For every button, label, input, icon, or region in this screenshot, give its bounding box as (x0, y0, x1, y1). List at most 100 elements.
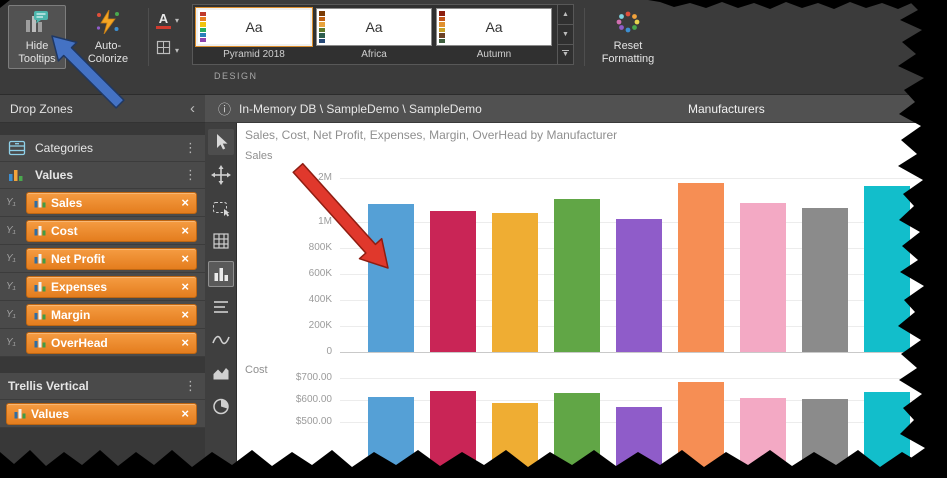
bar-sales-5[interactable] (616, 219, 662, 352)
theme-tile-africa[interactable]: AaAfrica (316, 8, 432, 61)
bar-sales-2[interactable] (430, 211, 476, 352)
borders-icon (156, 40, 171, 60)
breadcrumb-bar: ⓘ In-Memory DB \ SampleDemo \ SampleDemo… (205, 95, 947, 123)
gallery-down-button[interactable]: ▼ (558, 25, 573, 45)
bar-cost-10[interactable] (926, 401, 947, 478)
mini-bar-chart-icon (34, 253, 46, 264)
breadcrumb[interactable]: In-Memory DB \ SampleDemo \ SampleDemo (239, 102, 482, 116)
remove-field-icon[interactable]: × (181, 336, 189, 349)
field-chip-label: Cost (51, 224, 78, 238)
column-header-manufacturers: Manufacturers (688, 95, 765, 123)
auto-colorize-button[interactable]: Auto-Colorize (72, 5, 144, 69)
gridline (340, 378, 947, 379)
bar-cost-6[interactable] (678, 382, 724, 478)
mini-bar-chart-icon (34, 225, 46, 236)
bar-sales-6[interactable] (678, 183, 724, 352)
remove-field-icon[interactable]: × (181, 196, 189, 209)
theme-preview-text: Aa (365, 19, 382, 35)
gallery-more-button[interactable]: ▼ (558, 45, 573, 64)
bar-cost-9[interactable] (864, 392, 910, 478)
reset-formatting-label: Reset Formatting (600, 40, 656, 66)
area-chart-tool[interactable] (208, 360, 234, 386)
ribbon-separator (148, 8, 149, 66)
bar-sales-7[interactable] (740, 203, 786, 353)
menu-dots-icon[interactable]: ⋮ (184, 140, 197, 156)
drop-zone-trellis-vertical[interactable]: Trellis Vertical ⋮ (0, 373, 205, 400)
trellis-vertical-label: Trellis Vertical (8, 379, 89, 393)
font-color-swatch (156, 26, 171, 29)
bar-cost-4[interactable] (554, 393, 600, 478)
chevron-down-icon[interactable]: ▾ (175, 46, 179, 55)
theme-tile-pyramid-2018[interactable]: AaPyramid 2018 (196, 8, 312, 61)
gallery-up-button[interactable]: ▲ (558, 5, 573, 25)
remove-field-icon[interactable]: × (181, 280, 189, 293)
drop-zone-categories[interactable]: Categories ⋮ (0, 135, 205, 162)
remove-field-icon[interactable]: × (181, 252, 189, 265)
bar-cost-3[interactable] (492, 403, 538, 478)
remove-field-icon[interactable]: × (181, 308, 189, 321)
theme-tile-autumn[interactable]: Aa Autumn (436, 8, 552, 61)
axis-tick-label: 600K (262, 268, 332, 279)
bar-chart-tool[interactable] (208, 261, 234, 287)
bar-sales-8[interactable] (802, 208, 848, 352)
hide-tooltips-button[interactable]: Hide Tooltips (8, 5, 66, 69)
border-format-button[interactable]: ▾ (152, 38, 183, 62)
chart-title: Sales, Cost, Net Profit, Expenses, Margi… (245, 128, 617, 142)
smooth-line-tool[interactable] (208, 327, 234, 353)
theme-gallery: AaPyramid 2018AaAfricaAa Autumn ▲ ▼ ▼ (192, 4, 574, 65)
bar-sales-1[interactable] (368, 204, 414, 352)
theme-preview: Aa (436, 8, 552, 46)
bar-sales-3[interactable] (492, 213, 538, 352)
field-chip-overhead[interactable]: OverHead × (26, 332, 197, 354)
bar-cost-5[interactable] (616, 407, 662, 478)
move-tool[interactable] (208, 162, 234, 188)
collapse-panel-icon[interactable]: ‹ (190, 100, 195, 117)
auto-colorize-icon (95, 10, 121, 37)
bar-sales-4[interactable] (554, 199, 600, 352)
values-icon (8, 168, 30, 182)
chevron-down-icon[interactable]: ▾ (175, 16, 179, 25)
axis-tick-label: $500.00 (262, 416, 332, 427)
drop-zones-title: Drop Zones (10, 102, 73, 116)
theme-name: Autumn (436, 49, 552, 60)
mini-bar-chart-icon (34, 197, 46, 208)
bar-cost-1[interactable] (368, 397, 414, 478)
field-chip-values[interactable]: Values× (6, 403, 197, 425)
drop-zone-row: Y₁Expenses× (0, 273, 205, 301)
reset-formatting-icon (615, 10, 641, 37)
field-chip-expenses[interactable]: Expenses× (26, 276, 197, 298)
axis-assignment-label: Y₁ (6, 253, 26, 264)
pie-chart-tool[interactable] (208, 393, 234, 419)
hide-tooltips-icon (24, 10, 50, 37)
drop-zone-row: Y₁Sales× (0, 189, 205, 217)
pointer-tool[interactable] (208, 129, 234, 155)
theme-gallery-tiles: AaPyramid 2018AaAfricaAa Autumn (193, 5, 555, 64)
bar-sales-10[interactable] (926, 196, 947, 352)
info-icon[interactable]: ⓘ (218, 99, 231, 118)
field-chip-margin[interactable]: Margin × (26, 304, 197, 326)
bar-cost-7[interactable] (740, 398, 786, 478)
field-chip-label: Margin (51, 308, 90, 322)
field-chip-label: OverHead (51, 336, 108, 350)
drop-zone-values[interactable]: Values ⋮ (0, 162, 205, 189)
drop-zones-panel: Categories ⋮ Values ⋮ Y₁Sales×Y₁Cost×Y₁N… (0, 123, 205, 478)
remove-field-icon[interactable]: × (181, 224, 189, 237)
lasso-tool[interactable] (208, 195, 234, 221)
menu-dots-icon[interactable]: ⋮ (184, 167, 197, 183)
menu-dots-icon[interactable]: ⋮ (184, 378, 197, 394)
bar-cost-2[interactable] (430, 391, 476, 478)
font-color-button[interactable]: A ▾ (152, 8, 183, 32)
lines-tool[interactable] (208, 294, 234, 320)
drop-zone-row: Y₁Net Profit× (0, 245, 205, 273)
remove-field-icon[interactable]: × (181, 407, 189, 420)
reset-formatting-button[interactable]: Reset Formatting (592, 5, 664, 69)
grid-tool[interactable] (208, 228, 234, 254)
bar-cost-8[interactable] (802, 399, 848, 478)
bar-sales-9[interactable] (864, 186, 910, 352)
gridline (340, 352, 947, 353)
field-chip-sales[interactable]: Sales× (26, 192, 197, 214)
field-chip-cost[interactable]: Cost × (26, 220, 197, 242)
theme-preview: Aa (196, 8, 312, 46)
field-chip-net-profit[interactable]: Net Profit× (26, 248, 197, 270)
theme-palette-icon (439, 11, 445, 43)
